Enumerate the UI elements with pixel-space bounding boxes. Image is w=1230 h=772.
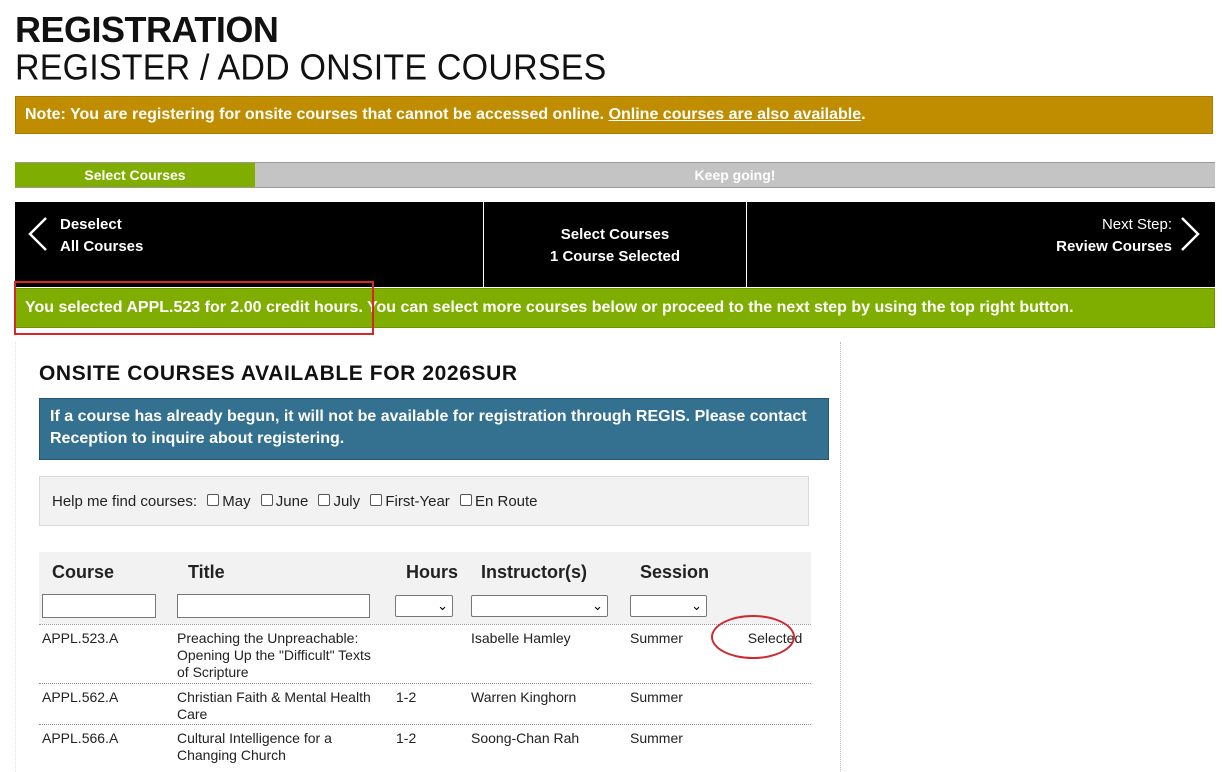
course-title: Cultural Intelligence for a Changing Chu…	[177, 730, 332, 763]
course-session: Summer	[630, 730, 683, 746]
course-hours: 1-2	[396, 689, 417, 705]
checkbox-icon[interactable]	[260, 494, 273, 506]
course-session: Summer	[630, 630, 683, 646]
step-navigation-bar: Deselect All Courses Select Courses 1 Co…	[15, 202, 1215, 287]
current-step-indicator: Select Courses 1 Course Selected	[484, 202, 747, 287]
page-subtitle: REGISTER / ADD ONSITE COURSES	[15, 47, 607, 88]
info-banner: If a course has already begun, it will n…	[39, 398, 829, 460]
selected-count-label: 1 Course Selected	[549, 248, 681, 265]
chevron-left-icon	[28, 217, 47, 251]
page-header: REGISTRATION REGISTER / ADD ONSITE COURS…	[15, 9, 607, 88]
onsite-note-banner: Note: You are registering for onsite cou…	[15, 96, 1213, 134]
course-filter-input[interactable]	[42, 594, 156, 618]
checkbox-icon[interactable]	[207, 494, 220, 506]
online-courses-link[interactable]: Online courses are also available	[609, 106, 862, 123]
course-hours: 1-2	[396, 730, 417, 746]
course-instructor: Isabelle Hamley	[471, 630, 571, 646]
chevron-right-icon	[1181, 217, 1200, 251]
annotation-highlight-box	[14, 281, 374, 335]
hours-filter-select[interactable]: ⌄	[395, 595, 453, 617]
chevron-down-icon: ⌄	[592, 598, 603, 613]
progress-step-current: Select Courses	[15, 163, 255, 187]
course-code: APPL.562.A	[42, 689, 119, 705]
course-instructor: Warren Kinghorn	[471, 689, 577, 705]
header-session: Session	[640, 562, 710, 582]
header-course: Course	[52, 562, 115, 582]
title-filter-input[interactable]	[177, 594, 370, 618]
chevron-down-icon: ⌄	[691, 598, 702, 613]
header-hours: Hours	[406, 562, 459, 582]
courses-table: Course Title Hours Instructor(s) Session…	[39, 552, 811, 765]
checkbox-icon[interactable]	[459, 494, 472, 506]
filter-en-route[interactable]: En Route	[459, 477, 538, 527]
course-title: Christian Faith & Mental Health Care	[177, 689, 371, 722]
filter-may[interactable]: May	[207, 477, 251, 527]
course-title: Preaching the Unpreachable: Opening Up t…	[177, 630, 371, 680]
header-instructor: Instructor(s)	[481, 562, 588, 582]
checkbox-icon[interactable]	[370, 494, 383, 506]
current-step-label: Select Courses	[560, 226, 670, 243]
checkbox-icon[interactable]	[318, 494, 331, 506]
registration-progress-bar: Select Courses Keep going!	[15, 162, 1215, 188]
review-courses-label: Review Courses	[1056, 238, 1172, 255]
filter-label: Help me find courses:	[52, 493, 198, 510]
progress-step-next: Keep going!	[694, 167, 776, 183]
course-instructor: Soong-Chan Rah	[471, 730, 580, 746]
note-suffix: .	[861, 106, 866, 123]
table-row[interactable]: APPL.566.A Cultural Intelligence for a C…	[39, 724, 811, 765]
course-filter-bar: Help me find courses: May June July Firs…	[39, 476, 809, 526]
header-title: Title	[188, 562, 225, 582]
table-row[interactable]: APPL.523.A Preaching the Unpreachable: O…	[39, 615, 811, 683]
filter-july[interactable]: July	[318, 477, 360, 527]
panel-title: ONSITE COURSES AVAILABLE FOR 2026SUR	[39, 362, 518, 385]
filter-first-year[interactable]: First-Year	[370, 477, 450, 527]
instructor-filter-select[interactable]: ⌄	[471, 595, 608, 617]
course-code: APPL.566.A	[42, 730, 119, 746]
chevron-down-icon: ⌄	[437, 598, 448, 613]
note-text: Note: You are registering for onsite cou…	[25, 106, 609, 123]
course-session: Summer	[630, 689, 683, 705]
table-row[interactable]: APPL.562.A Christian Faith & Mental Heal…	[39, 683, 811, 724]
all-courses-label: All Courses	[60, 238, 144, 255]
next-step-button[interactable]: Next Step: Review Courses	[747, 202, 1215, 287]
courses-panel: ONSITE COURSES AVAILABLE FOR 2026SUR If …	[15, 342, 841, 772]
filter-june[interactable]: June	[260, 477, 308, 527]
next-step-label: Next Step:	[1101, 216, 1172, 233]
course-code: APPL.523.A	[42, 630, 119, 646]
session-filter-select[interactable]: ⌄	[630, 595, 707, 617]
page-title: REGISTRATION	[15, 9, 279, 50]
annotation-circle	[711, 615, 795, 659]
deselect-label: Deselect	[60, 216, 122, 233]
deselect-all-button[interactable]: Deselect All Courses	[15, 202, 484, 287]
table-header: Course Title Hours Instructor(s) Session…	[39, 552, 811, 624]
